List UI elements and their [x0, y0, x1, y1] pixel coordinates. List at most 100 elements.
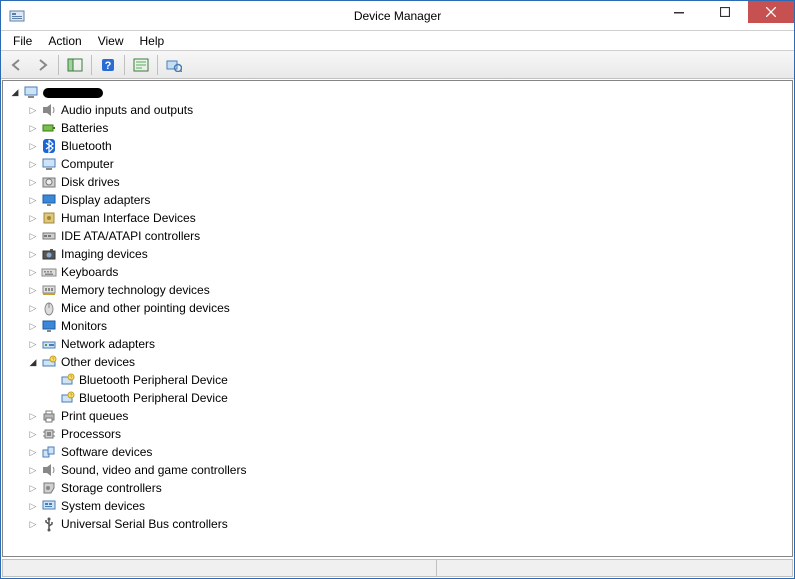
- tree-node-label: IDE ATA/ATAPI controllers: [61, 229, 200, 243]
- tree-node-cat-3[interactable]: ▷ Computer: [3, 155, 792, 173]
- expand-icon[interactable]: ▷: [25, 138, 41, 154]
- menu-file[interactable]: File: [5, 32, 40, 50]
- tree-node-cat-4[interactable]: ▷ Disk drives: [3, 173, 792, 191]
- toolbar-forward-button[interactable]: [30, 54, 54, 76]
- tree-node-cat-0[interactable]: ▷Audio inputs and outputs: [3, 101, 792, 119]
- unknown-icon: ?: [59, 390, 75, 406]
- expand-icon[interactable]: ▷: [25, 426, 41, 442]
- memory-icon: [41, 282, 57, 298]
- tree-node-label: Other devices: [61, 355, 135, 369]
- maximize-icon: [720, 7, 730, 17]
- expand-icon[interactable]: ▷: [25, 174, 41, 190]
- tree-node-label: Sound, video and game controllers: [61, 463, 246, 477]
- tree-node-cat-20[interactable]: ▷ System devices: [3, 497, 792, 515]
- disk-icon: [41, 174, 57, 190]
- tree-node-label: Disk drives: [61, 175, 120, 189]
- printer-icon: [41, 408, 57, 424]
- tree-node-label: [43, 85, 103, 99]
- expand-icon[interactable]: ▷: [25, 246, 41, 262]
- tree-node-label: Bluetooth Peripheral Device: [79, 391, 228, 405]
- computer-icon: [41, 156, 57, 172]
- tree-node-cat-18[interactable]: ▷ Sound, video and game controllers: [3, 461, 792, 479]
- tree-node-cat-14[interactable]: ◢? Other devices: [3, 353, 792, 371]
- tree-node-label: Human Interface Devices: [61, 211, 196, 225]
- minimize-button[interactable]: [656, 1, 702, 23]
- toolbar-back-button[interactable]: [5, 54, 29, 76]
- tree-node-label: System devices: [61, 499, 145, 513]
- expand-icon[interactable]: ▷: [25, 300, 41, 316]
- bluetooth-icon: [41, 138, 57, 154]
- display-icon: [41, 192, 57, 208]
- menu-action[interactable]: Action: [40, 32, 89, 50]
- menu-view[interactable]: View: [90, 32, 132, 50]
- expand-icon[interactable]: ▷: [25, 192, 41, 208]
- tree-node-cat-2[interactable]: ▷Bluetooth: [3, 137, 792, 155]
- menu-help[interactable]: Help: [132, 32, 173, 50]
- expand-icon[interactable]: ▷: [25, 444, 41, 460]
- expand-icon[interactable]: ▷: [25, 156, 41, 172]
- expand-icon[interactable]: ▷: [25, 120, 41, 136]
- expand-icon[interactable]: ▷: [25, 336, 41, 352]
- menu-bar: File Action View Help: [1, 31, 794, 51]
- toolbar: ?: [1, 51, 794, 79]
- tree-node-label: Computer: [61, 157, 114, 171]
- tree-node-root[interactable]: ◢: [3, 83, 792, 101]
- expand-spacer: [43, 372, 59, 388]
- expand-icon[interactable]: ▷: [25, 462, 41, 478]
- mouse-icon: [41, 300, 57, 316]
- expand-icon[interactable]: ▷: [25, 408, 41, 424]
- tree-node-label: Print queues: [61, 409, 128, 423]
- tree-node-cat-19[interactable]: ▷Storage controllers: [3, 479, 792, 497]
- tree-node-cat-6[interactable]: ▷ Human Interface Devices: [3, 209, 792, 227]
- tree-node-cat-16[interactable]: ▷Processors: [3, 425, 792, 443]
- expand-icon[interactable]: ▷: [25, 102, 41, 118]
- device-tree[interactable]: ◢▷Audio inputs and outputs▷Batteries▷Blu…: [2, 80, 793, 557]
- tree-node-cat-11[interactable]: ▷Mice and other pointing devices: [3, 299, 792, 317]
- storage-icon: [41, 480, 57, 496]
- tree-node-cat-14-child-0[interactable]: ?Bluetooth Peripheral Device: [3, 371, 792, 389]
- toolbar-separator: [58, 55, 59, 75]
- tree-node-cat-15[interactable]: ▷ Print queues: [3, 407, 792, 425]
- redacted-computer-name: [43, 88, 103, 98]
- arrow-left-icon: [9, 58, 25, 72]
- expand-icon[interactable]: ▷: [25, 318, 41, 334]
- tree-node-cat-13[interactable]: ▷ Network adapters: [3, 335, 792, 353]
- expand-icon[interactable]: ▷: [25, 210, 41, 226]
- tree-node-cat-14-child-1[interactable]: ? Bluetooth Peripheral Device: [3, 389, 792, 407]
- collapse-icon[interactable]: ◢: [7, 84, 23, 100]
- toolbar-properties-button[interactable]: [129, 54, 153, 76]
- expand-spacer: [43, 390, 59, 406]
- app-icon: [9, 8, 25, 24]
- tree-node-label: Monitors: [61, 319, 107, 333]
- tree-node-cat-12[interactable]: ▷ Monitors: [3, 317, 792, 335]
- toolbar-showhide-button[interactable]: [63, 54, 87, 76]
- tree-node-cat-21[interactable]: ▷Universal Serial Bus controllers: [3, 515, 792, 533]
- tree-node-label: Network adapters: [61, 337, 155, 351]
- tree-node-cat-5[interactable]: ▷Display adapters: [3, 191, 792, 209]
- toolbar-help-button[interactable]: ?: [96, 54, 120, 76]
- maximize-button[interactable]: [702, 1, 748, 23]
- toolbar-scan-button[interactable]: [162, 54, 186, 76]
- window-title: Device Manager: [354, 9, 441, 23]
- properties-icon: [133, 58, 149, 72]
- expand-icon[interactable]: ▷: [25, 228, 41, 244]
- tree-node-cat-9[interactable]: ▷Keyboards: [3, 263, 792, 281]
- tree-node-cat-10[interactable]: ▷Memory technology devices: [3, 281, 792, 299]
- close-button[interactable]: [748, 1, 794, 23]
- tree-node-label: Bluetooth Peripheral Device: [79, 373, 228, 387]
- collapse-icon[interactable]: ◢: [25, 354, 41, 370]
- expand-icon[interactable]: ▷: [25, 480, 41, 496]
- expand-icon[interactable]: ▷: [25, 498, 41, 514]
- tree-node-cat-1[interactable]: ▷Batteries: [3, 119, 792, 137]
- tree-node-cat-17[interactable]: ▷Software devices: [3, 443, 792, 461]
- system-icon: [41, 498, 57, 514]
- tree-node-cat-8[interactable]: ▷Imaging devices: [3, 245, 792, 263]
- tree-node-cat-7[interactable]: ▷ IDE ATA/ATAPI controllers: [3, 227, 792, 245]
- svg-text:?: ?: [52, 358, 55, 364]
- expand-icon[interactable]: ▷: [25, 282, 41, 298]
- usb-icon: [41, 516, 57, 532]
- cpu-icon: [41, 426, 57, 442]
- title-bar: Device Manager: [1, 1, 794, 31]
- expand-icon[interactable]: ▷: [25, 264, 41, 280]
- expand-icon[interactable]: ▷: [25, 516, 41, 532]
